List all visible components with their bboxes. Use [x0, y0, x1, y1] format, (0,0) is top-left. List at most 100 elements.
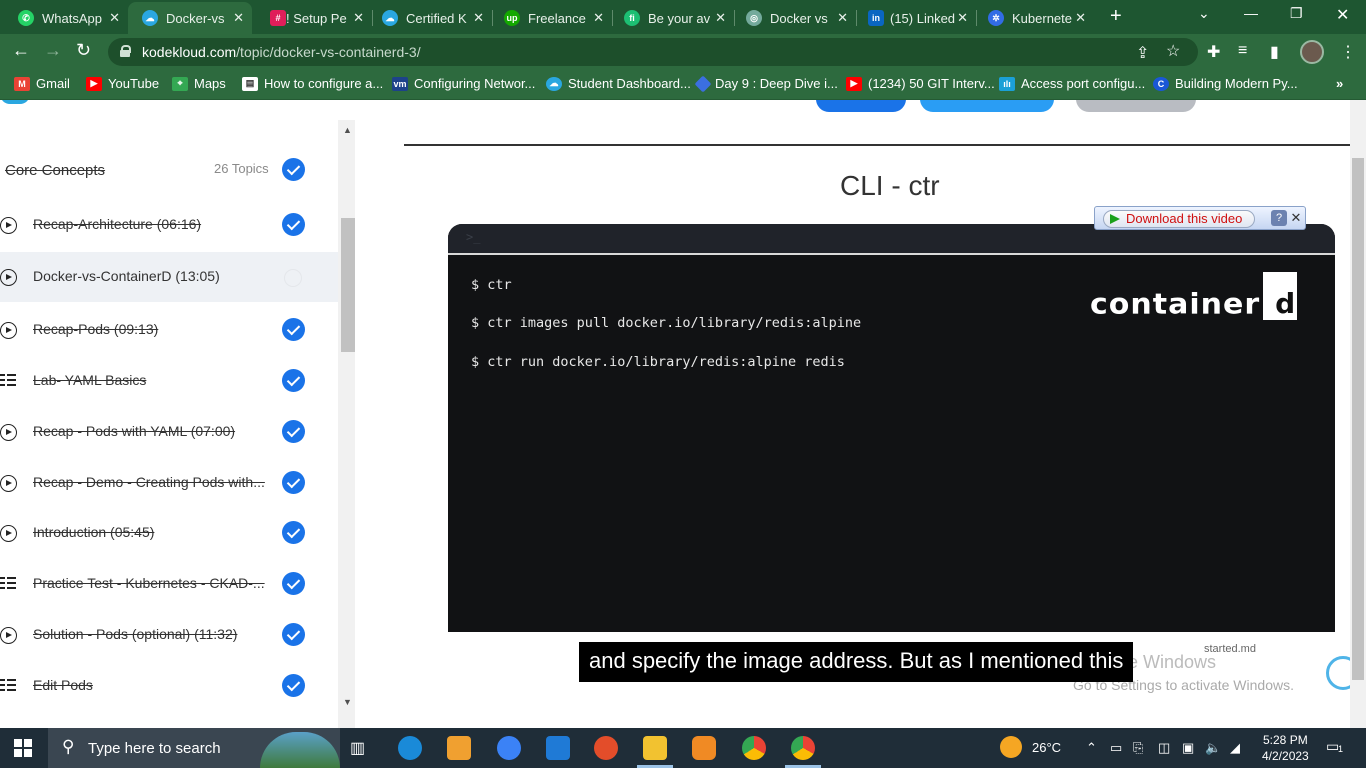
close-window-button[interactable]: ✕ [1336, 5, 1349, 25]
menu-icon[interactable]: ⋮ [1340, 42, 1356, 62]
nav-button[interactable] [920, 100, 1054, 112]
lesson-item[interactable]: Recap-Pods (09:13) [0, 305, 338, 355]
page-scrollbar-thumb[interactable] [1352, 158, 1364, 680]
youtube-icon: ▶ [846, 76, 862, 91]
address-bar[interactable]: kodekloud.com/topic/docker-vs-containerd… [108, 38, 1198, 66]
more-bookmarks-icon[interactable]: » [1336, 76, 1343, 91]
lesson-item-current[interactable]: Docker-vs-ContainerD (13:05) [0, 252, 338, 302]
new-tab-button[interactable]: + [1110, 5, 1122, 28]
maps-icon: ⌖ [172, 76, 188, 91]
sidebar-scrollbar[interactable] [338, 120, 355, 728]
lesson-item[interactable]: Edit Pods [0, 661, 338, 711]
network-device-icon[interactable]: ⎘ [1133, 740, 1143, 756]
close-icon[interactable]: ✕ [353, 10, 364, 26]
bookmark-star-icon[interactable]: ☆ [1166, 41, 1180, 61]
close-icon[interactable]: ✕ [593, 10, 604, 26]
lesson-item[interactable]: Recap - Demo - Creating Pods with... [0, 458, 338, 508]
store-icon[interactable] [447, 736, 471, 760]
file-explorer-icon[interactable] [643, 736, 667, 760]
lesson-item[interactable]: Recap-Architecture (06:16) [0, 200, 338, 250]
tab-docker-vs-containerd[interactable]: ☁ Docker-vs ✕ [128, 2, 252, 34]
app-icon[interactable] [497, 736, 521, 760]
task-view-icon[interactable]: ▥ [350, 738, 374, 762]
reload-button[interactable]: ↻ [76, 40, 91, 61]
restore-button[interactable]: ❐ [1290, 5, 1303, 22]
windows-start-icon[interactable] [14, 739, 32, 757]
bookmark-git-interview[interactable]: ▶ (1234) 50 GIT Interv... [846, 76, 995, 91]
reading-list-icon[interactable]: ≡ [1238, 42, 1247, 60]
play-icon [0, 627, 17, 644]
lock-icon[interactable] [120, 45, 131, 57]
forward-button[interactable]: → [44, 40, 62, 61]
tab-label: ! Setup Pe [286, 10, 347, 26]
tab-whatsapp[interactable]: ✆ WhatsApp ✕ [0, 4, 128, 32]
tab-label: Docker vs [770, 10, 828, 26]
lesson-title: Docker-vs-ContainerD (13:05) [33, 268, 220, 284]
sidebar-scrollbar-thumb[interactable] [341, 218, 355, 352]
close-icon[interactable]: ✕ [473, 10, 484, 26]
bookmark-access-port[interactable]: ılı Access port configu... [999, 76, 1145, 91]
taskbar-search-box[interactable]: ⚲ Type here to search [48, 728, 340, 768]
scroll-down-icon[interactable]: ▼ [343, 697, 352, 707]
play-icon [0, 322, 17, 339]
chrome-icon[interactable] [742, 736, 766, 760]
tab-linkedin[interactable]: in (15) Linked ✕ [856, 4, 976, 32]
section-header[interactable]: Core Concepts 26 Topics [0, 150, 338, 190]
avatar[interactable] [1300, 40, 1324, 64]
bookmark-maps[interactable]: ⌖ Maps [172, 76, 226, 91]
download-video-button[interactable]: Download this video [1103, 210, 1256, 228]
scroll-up-icon[interactable]: ▲ [343, 125, 352, 135]
close-icon[interactable]: ✕ [957, 10, 968, 26]
tray-icon[interactable]: ▭ [1110, 740, 1122, 756]
lesson-item[interactable]: Lab- YAML Basics [0, 356, 338, 406]
extensions-icon[interactable]: ✚ [1207, 42, 1220, 62]
app-icon[interactable] [692, 736, 716, 760]
tab-kubernetes[interactable]: ✲ Kubernete ✕ [976, 4, 1094, 32]
bookmark-day-9[interactable]: Day 9 : Deep Dive i... [694, 75, 838, 92]
share-icon[interactable]: ⇪ [1136, 43, 1149, 63]
notifications-icon[interactable]: ▭ 1 [1326, 738, 1343, 755]
bookmark-student-dashboard[interactable]: ☁ Student Dashboard... [546, 76, 691, 91]
speaker-icon[interactable]: 🔈 [1205, 740, 1221, 756]
minimize-button[interactable]: — [1244, 5, 1258, 21]
nav-button[interactable] [1076, 100, 1196, 112]
lesson-item[interactable]: Solution - Pods (optional) (11:32) [0, 610, 338, 660]
bookmark-how-to-configure[interactable]: ▤ How to configure a... [242, 76, 383, 91]
whatsapp-icon: ✆ [18, 10, 34, 26]
lesson-item[interactable]: Practice Test - Kubernetes - CKAD-... [0, 559, 338, 609]
tab-search-icon[interactable]: ⌄ [1198, 5, 1210, 22]
mail-icon[interactable] [546, 736, 570, 760]
close-icon[interactable]: ✕ [715, 10, 726, 26]
bookmark-configuring-network[interactable]: vm Configuring Networ... [392, 76, 535, 91]
lesson-item[interactable]: Introduction (05:45) [0, 508, 338, 558]
bookmark-youtube[interactable]: ▶ YouTube [86, 76, 159, 91]
weather-temp[interactable]: 26°C [1032, 740, 1061, 755]
bookmark-building-modern[interactable]: C Building Modern Py... [1153, 76, 1298, 91]
lesson-item[interactable]: Recap - Pods with YAML (07:00) [0, 407, 338, 457]
side-panel-icon[interactable]: ▮ [1270, 42, 1279, 62]
edge-icon[interactable] [398, 736, 422, 760]
bookmark-gmail[interactable]: M Gmail [14, 76, 70, 91]
tab-be-your-own[interactable]: fi Be your av ✕ [612, 4, 734, 32]
close-icon[interactable]: ✕ [109, 10, 120, 26]
wifi-icon[interactable]: ◢ [1230, 740, 1240, 756]
tab-certified[interactable]: ☁ Certified K ✕ [372, 4, 492, 32]
tray-icon[interactable]: ◫ [1158, 740, 1170, 756]
close-icon[interactable]: ✕ [837, 10, 848, 26]
close-icon[interactable]: ✕ [1075, 10, 1086, 26]
back-button[interactable]: ← [12, 40, 30, 61]
help-icon[interactable]: ? [1271, 210, 1287, 226]
system-clock[interactable]: 5:28 PM 4/2/2023 [1262, 732, 1309, 764]
tray-icon[interactable]: ▣ [1182, 740, 1194, 756]
tab-docker-vs-chat[interactable]: ◎ Docker vs ✕ [734, 4, 856, 32]
weather-icon[interactable] [1000, 736, 1022, 758]
chrome-profile-icon[interactable] [791, 736, 815, 760]
close-icon[interactable]: ✕ [1289, 210, 1303, 226]
nav-button[interactable] [816, 100, 906, 112]
tab-setup[interactable]: # ! Setup Pe ✕ [252, 4, 372, 32]
containerd-logo: container d [1090, 272, 1298, 320]
app-icon[interactable] [594, 736, 618, 760]
chevron-up-icon[interactable]: ⌃ [1086, 740, 1097, 756]
tab-freelance[interactable]: up Freelance ✕ [492, 4, 612, 32]
close-icon[interactable]: ✕ [233, 10, 244, 26]
